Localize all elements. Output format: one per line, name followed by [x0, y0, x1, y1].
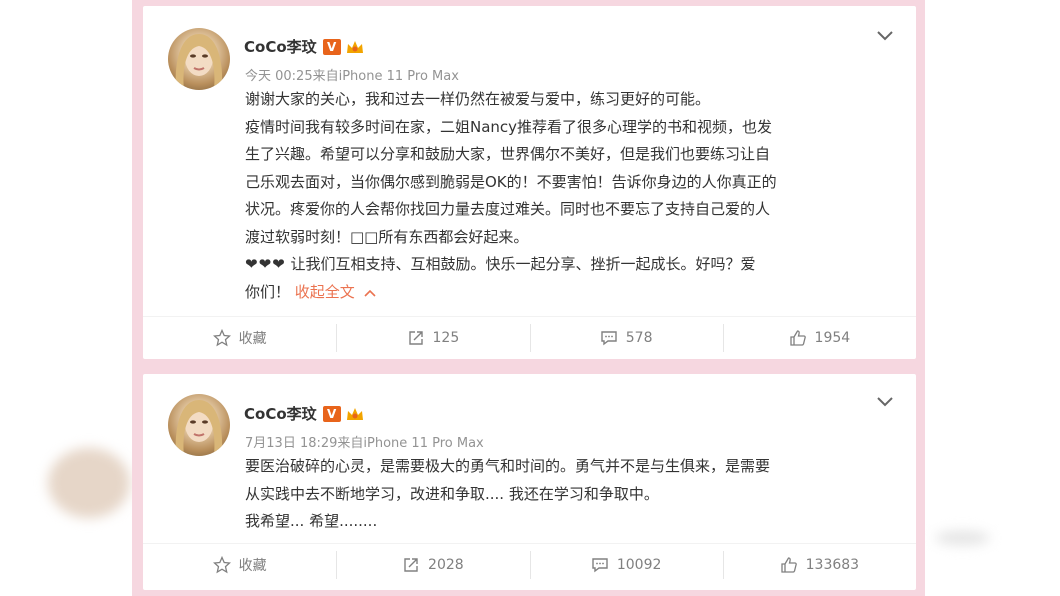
avatar[interactable] — [168, 28, 230, 90]
weibo-post-card: CoCo李玟 V 7月13日 18:29来自iPhone 11 Pro Max … — [143, 374, 916, 590]
verified-badge-icon: V — [322, 405, 341, 422]
repost-count: 125 — [432, 330, 460, 346]
repost-icon — [408, 331, 423, 345]
post-paragraph: 疫情时间我有较多时间在家，二姐Nancy推荐看了很多心理学的书和视频，也发 — [245, 117, 773, 136]
post-paragraph: 从实践中去不断地学习，改进和争取.... 我还在学习和争取中。 — [245, 484, 659, 503]
comment-button[interactable]: 10092 — [529, 544, 723, 586]
comment-icon — [592, 558, 608, 573]
post-paragraph: 渡过软弱时刻！□□所有东西都会好起来。 — [245, 227, 529, 246]
background-blur-left — [48, 448, 130, 518]
post-text: 谢谢大家的关心，我和过去一样仍然在被爱与爱中，练习更好的可能。 疫情时间我有较多… — [245, 86, 895, 306]
like-button[interactable]: 1954 — [722, 317, 916, 359]
like-count: 133683 — [805, 557, 860, 573]
post-paragraph: 我希望... 希望........ — [245, 512, 378, 530]
avatar[interactable] — [168, 394, 230, 456]
chevron-down-icon[interactable] — [876, 30, 894, 42]
weibo-post-card: CoCo李玟 V 今天 00:25来自iPhone 11 Pro Max 谢谢大… — [143, 6, 916, 359]
comment-button[interactable]: 578 — [529, 317, 723, 359]
repost-button[interactable]: 125 — [336, 317, 529, 359]
post-paragraph: 你们！ 收起全文 — [245, 279, 895, 307]
star-icon — [212, 329, 231, 347]
collapse-label: 收起全文 — [294, 282, 355, 301]
post-paragraph-hearts: ❤❤❤ 让我们互相支持、互相鼓励。快乐一起分享、挫折一起成长。好吗？爱 — [245, 251, 895, 279]
chevron-down-icon[interactable] — [876, 396, 894, 408]
post-text-fragment: 你们！ — [245, 282, 291, 301]
author-row: CoCo李玟 V — [244, 403, 365, 424]
verified-badge-icon: V — [322, 38, 341, 55]
star-icon — [212, 556, 231, 574]
background-blur-right — [935, 531, 990, 545]
thumbs-up-icon — [780, 557, 797, 573]
action-bar: 收藏 2028 10092 133683 — [143, 544, 916, 586]
thumbs-up-icon — [789, 330, 806, 346]
post-paragraph: 谢谢大家的关心，我和过去一样仍然在被爱与爱中，练习更好的可能。 — [245, 90, 711, 108]
post-paragraph: 己乐观去面对，当你偶尔感到脆弱是OK的！不要害怕！告诉你身边的人你真正的 — [245, 172, 777, 191]
favorite-label: 收藏 — [238, 558, 267, 574]
post-paragraph: 状况。疼爱你的人会帮你找回力量去度过难关。同时也不要忘了支持自己爱的人 — [245, 200, 771, 218]
author-name[interactable]: CoCo李玟 — [244, 403, 317, 424]
comment-count: 10092 — [616, 557, 662, 573]
crown-badge-icon — [346, 40, 363, 53]
post-meta: 今天 00:25来自iPhone 11 Pro Max — [245, 69, 459, 84]
repost-button[interactable]: 2028 — [336, 544, 529, 586]
post-text-fragment: 让我们互相支持、互相鼓励。快乐一起分享、挫折一起成长。好吗？爱 — [285, 255, 756, 273]
favorite-button[interactable]: 收藏 — [143, 544, 336, 586]
hearts-icon: ❤❤❤ — [245, 255, 286, 273]
author-row: CoCo李玟 V — [244, 36, 365, 57]
post-meta: 7月13日 18:29来自iPhone 11 Pro Max — [245, 436, 484, 451]
chevron-up-icon — [364, 289, 376, 297]
repost-icon — [404, 558, 418, 572]
comment-count: 578 — [625, 330, 653, 346]
crown-badge-icon — [346, 407, 363, 420]
author-name[interactable]: CoCo李玟 — [244, 36, 317, 57]
repost-count: 2028 — [428, 557, 464, 573]
like-count: 1954 — [814, 330, 851, 346]
favorite-label: 收藏 — [238, 331, 267, 347]
post-paragraph: 生了兴趣。希望可以分享和鼓励大家，世界偶尔不美好，但是我们也要练习让自 — [245, 145, 771, 163]
action-bar: 收藏 125 578 1954 — [143, 317, 916, 359]
comment-icon — [601, 331, 617, 346]
collapse-text-link[interactable]: 收起全文 — [295, 283, 376, 301]
like-button[interactable]: 133683 — [722, 544, 916, 586]
post-paragraph: 要医治破碎的心灵，是需要极大的勇气和时间的。勇气并不是与生俱来，是需要 — [245, 457, 771, 475]
post-text: 要医治破碎的心灵，是需要极大的勇气和时间的。勇气并不是与生俱来，是需要 从实践中… — [245, 453, 895, 536]
favorite-button[interactable]: 收藏 — [143, 317, 336, 359]
